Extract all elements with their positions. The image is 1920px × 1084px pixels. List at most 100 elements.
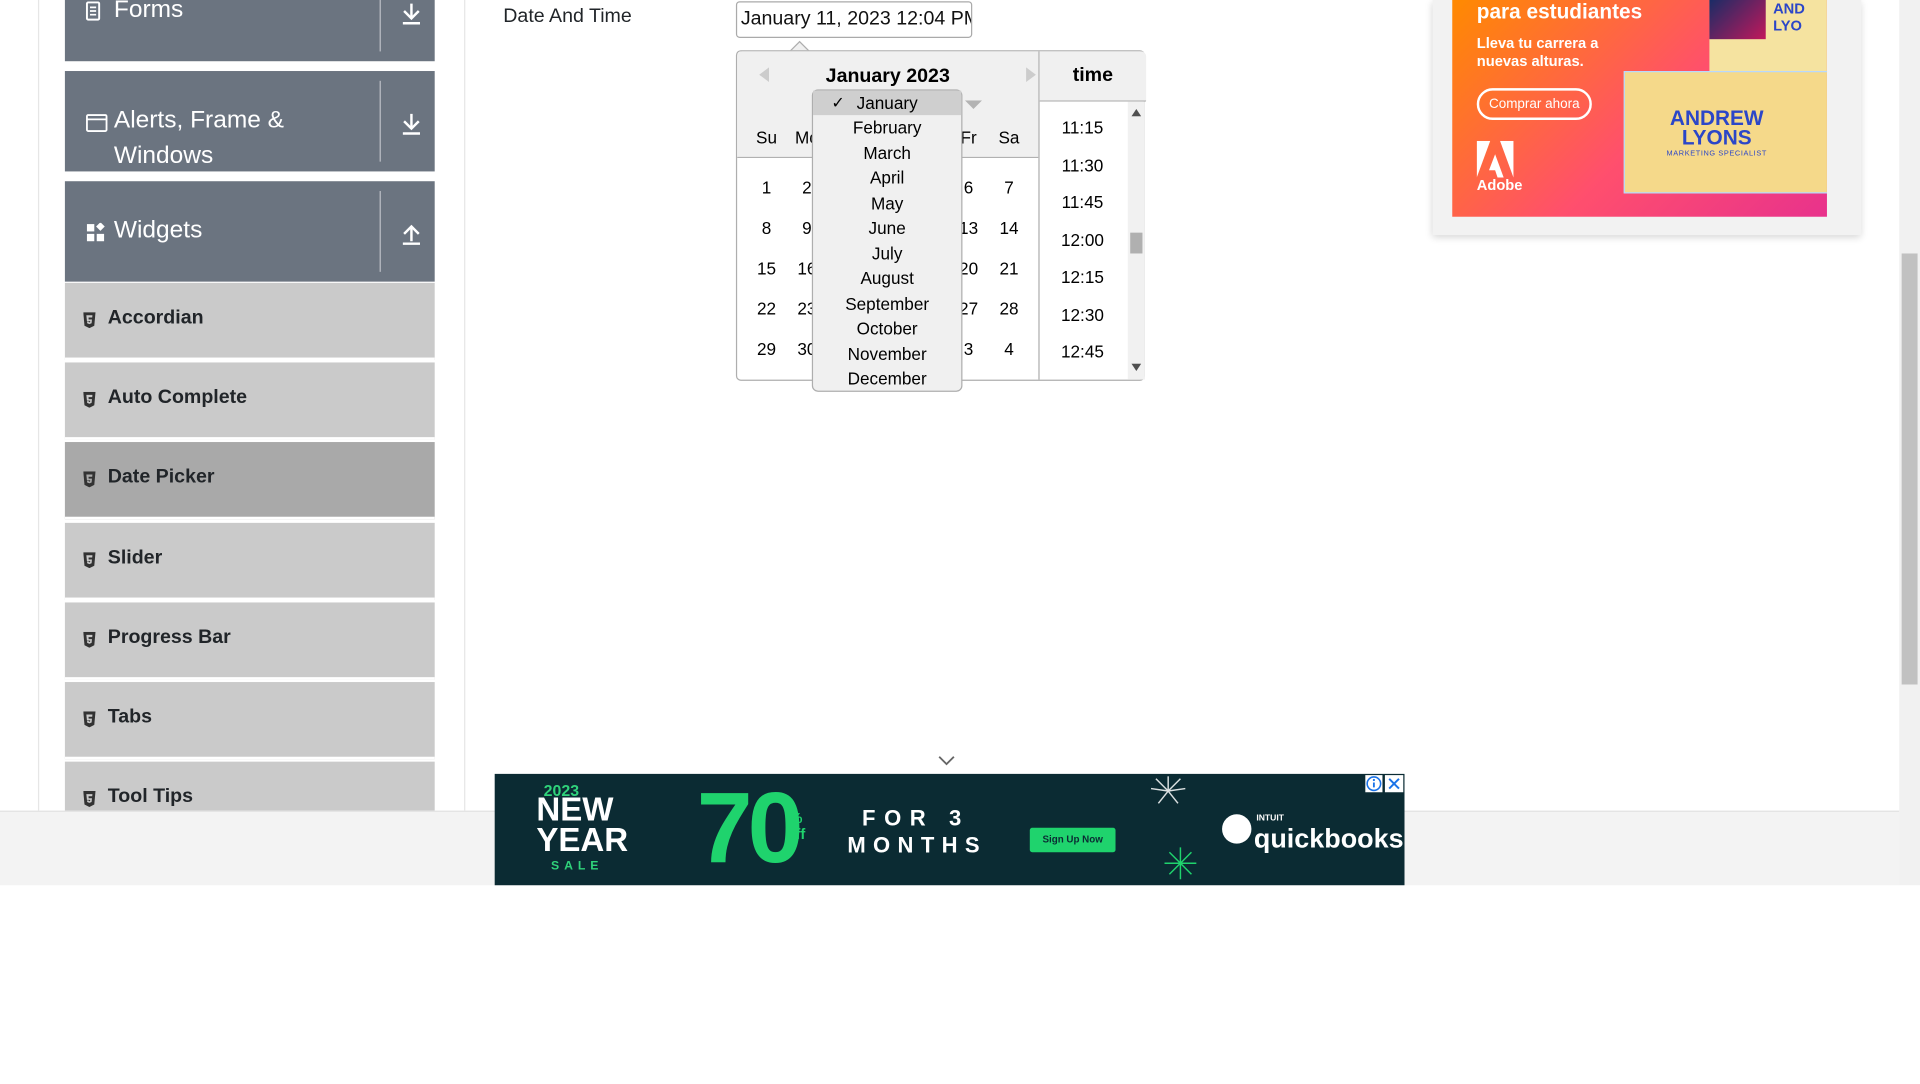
current-month-title: January 2023	[825, 66, 950, 87]
quickbooks-logo-icon	[1222, 814, 1252, 844]
sparkle-graphic	[1164, 847, 1197, 880]
group-separator	[379, 0, 381, 52]
sidebar-group-label: Forms	[113, 0, 184, 24]
date-time-label: Date And Time	[503, 6, 632, 27]
month-option[interactable]: November	[813, 342, 961, 366]
sidebar-item-accordian[interactable]: Accordian	[64, 282, 435, 361]
month-option-selected[interactable]: ✓ January	[813, 90, 962, 116]
time-option[interactable]: 11:45	[1040, 192, 1126, 212]
ad-poster: AND LYO	[1709, 0, 1827, 74]
date-time-input[interactable]: January 11, 2023 12:04 PM	[735, 1, 973, 38]
upload-icon[interactable]	[393, 216, 430, 253]
scroll-up-icon[interactable]	[1131, 108, 1142, 117]
ad-buy-button[interactable]: Comprar ahora	[1476, 88, 1592, 121]
sidebar-group-forms[interactable]: Forms	[64, 0, 435, 62]
ad-business-card: ANDREW LYONS MARKETING SPECIALIST	[1623, 71, 1827, 194]
poster-name: AND LYO	[1773, 0, 1805, 35]
month-option[interactable]: April	[813, 165, 961, 189]
month-option[interactable]: May	[813, 191, 961, 215]
download-icon[interactable]	[393, 0, 430, 32]
sidebar-item-label: Slider	[107, 547, 163, 569]
ad-new-year: NEW YEAR	[536, 791, 629, 859]
sidebar-item-tabs[interactable]: Tabs	[64, 682, 435, 760]
ad-close-icon[interactable]	[1384, 775, 1404, 793]
ad-info-icon[interactable]	[1365, 775, 1383, 793]
ad-signup-button[interactable]: Sign Up Now	[1029, 827, 1116, 853]
sidebar-item-auto-complete[interactable]: Auto Complete	[64, 362, 435, 440]
html5-icon	[83, 711, 96, 728]
month-option[interactable]: June	[813, 216, 961, 240]
adobe-brand-label: Adobe	[1476, 176, 1523, 194]
sidebar-group-alerts[interactable]: Alerts, Frame & Windows	[64, 71, 435, 172]
sidebar-item-date-picker[interactable]: Date Picker	[64, 442, 435, 520]
month-option[interactable]: August	[813, 266, 961, 290]
ad-headline: para estudiantes	[1476, 0, 1643, 24]
html5-icon	[83, 312, 96, 329]
page-scrollbar-thumb[interactable]	[1901, 253, 1918, 685]
ad-line1: FOR 3	[862, 805, 970, 831]
month-option[interactable]: October	[813, 316, 961, 340]
adobe-logo-icon	[1476, 140, 1514, 178]
group-separator	[379, 191, 381, 272]
html5-icon	[83, 631, 96, 648]
day-cell[interactable]: 15	[746, 258, 788, 278]
sidebar-group-widgets[interactable]: Widgets	[64, 181, 435, 282]
ad-sale: SALE	[551, 859, 604, 874]
time-header: time	[1039, 51, 1147, 102]
month-option[interactable]: December	[813, 366, 961, 390]
sidebar-group-label: Alerts, Frame &	[113, 106, 284, 134]
card-role: MARKETING SPECIALIST	[1666, 150, 1767, 158]
day-cell[interactable]: 7	[988, 178, 1030, 198]
day-cell[interactable]: 29	[746, 339, 788, 359]
html5-icon	[83, 391, 96, 408]
time-header-label: time	[1072, 64, 1114, 86]
time-option[interactable]: 12:00	[1040, 230, 1126, 250]
sidebar-item-progress-bar[interactable]: Progress Bar	[64, 602, 435, 680]
html5-icon	[83, 471, 96, 488]
day-cell[interactable]: 22	[746, 299, 788, 319]
sidebar-item-label: Tool Tips	[107, 786, 194, 807]
time-option[interactable]: 11:30	[1040, 156, 1126, 176]
sidebar-item-label: Progress Bar	[107, 626, 231, 648]
day-cell[interactable]: 8	[746, 218, 788, 238]
weekday-label: Sa	[998, 127, 1020, 147]
sidebar-item-label: Tabs	[107, 706, 153, 728]
time-column: time 11:15 11:30 11:45 12:00 12:15 12:30…	[1038, 51, 1147, 380]
widgets-icon	[86, 222, 106, 247]
html5-icon	[83, 552, 96, 569]
month-option[interactable]: March	[813, 141, 961, 165]
day-cell[interactable]: 21	[988, 258, 1030, 278]
month-option[interactable]: September	[813, 291, 961, 315]
ad-brand: quickbooks	[1253, 822, 1404, 854]
time-option[interactable]: 12:30	[1040, 305, 1126, 325]
time-option[interactable]: 11:15	[1040, 118, 1126, 138]
month-option[interactable]: February	[813, 115, 961, 139]
content-divider	[464, 0, 466, 811]
adobe-ad[interactable]: para estudiantes Lleva tu carrera a nuev…	[1432, 0, 1862, 236]
card-name: ANDREW LYONS	[1669, 106, 1764, 150]
time-option[interactable]: 12:15	[1040, 267, 1126, 287]
window-icon	[86, 114, 108, 137]
page-scrollbar[interactable]	[1899, 0, 1920, 886]
day-cell[interactable]: 4	[988, 339, 1030, 359]
html5-icon	[83, 791, 96, 807]
time-option[interactable]: 12:45	[1040, 342, 1126, 362]
day-cell[interactable]: 28	[988, 299, 1030, 319]
day-cell[interactable]: 1	[746, 178, 788, 198]
chevron-down-icon[interactable]	[937, 754, 957, 766]
group-separator	[379, 80, 381, 162]
fireworks-graphic	[1150, 776, 1186, 804]
scroll-down-icon[interactable]	[1131, 363, 1142, 372]
weekday-label: Su	[756, 127, 778, 147]
download-icon[interactable]	[393, 105, 430, 142]
month-option[interactable]: July	[813, 241, 961, 265]
checkmark-icon: ✓	[831, 93, 845, 112]
day-cell[interactable]: 14	[988, 218, 1030, 238]
year-dropdown-caret-icon[interactable]	[964, 100, 983, 110]
time-scrollbar-thumb[interactable]	[1130, 232, 1143, 254]
sidebar-item-slider[interactable]: Slider	[64, 522, 435, 601]
quickbooks-ad[interactable]: 2023 NEW YEAR SALE 70 % off FOR 3 MONTHS …	[494, 773, 1405, 886]
ad-subline: Lleva tu carrera a nuevas alturas.	[1476, 34, 1599, 70]
left-divider	[37, 0, 40, 811]
next-month-icon[interactable]	[1024, 66, 1039, 83]
